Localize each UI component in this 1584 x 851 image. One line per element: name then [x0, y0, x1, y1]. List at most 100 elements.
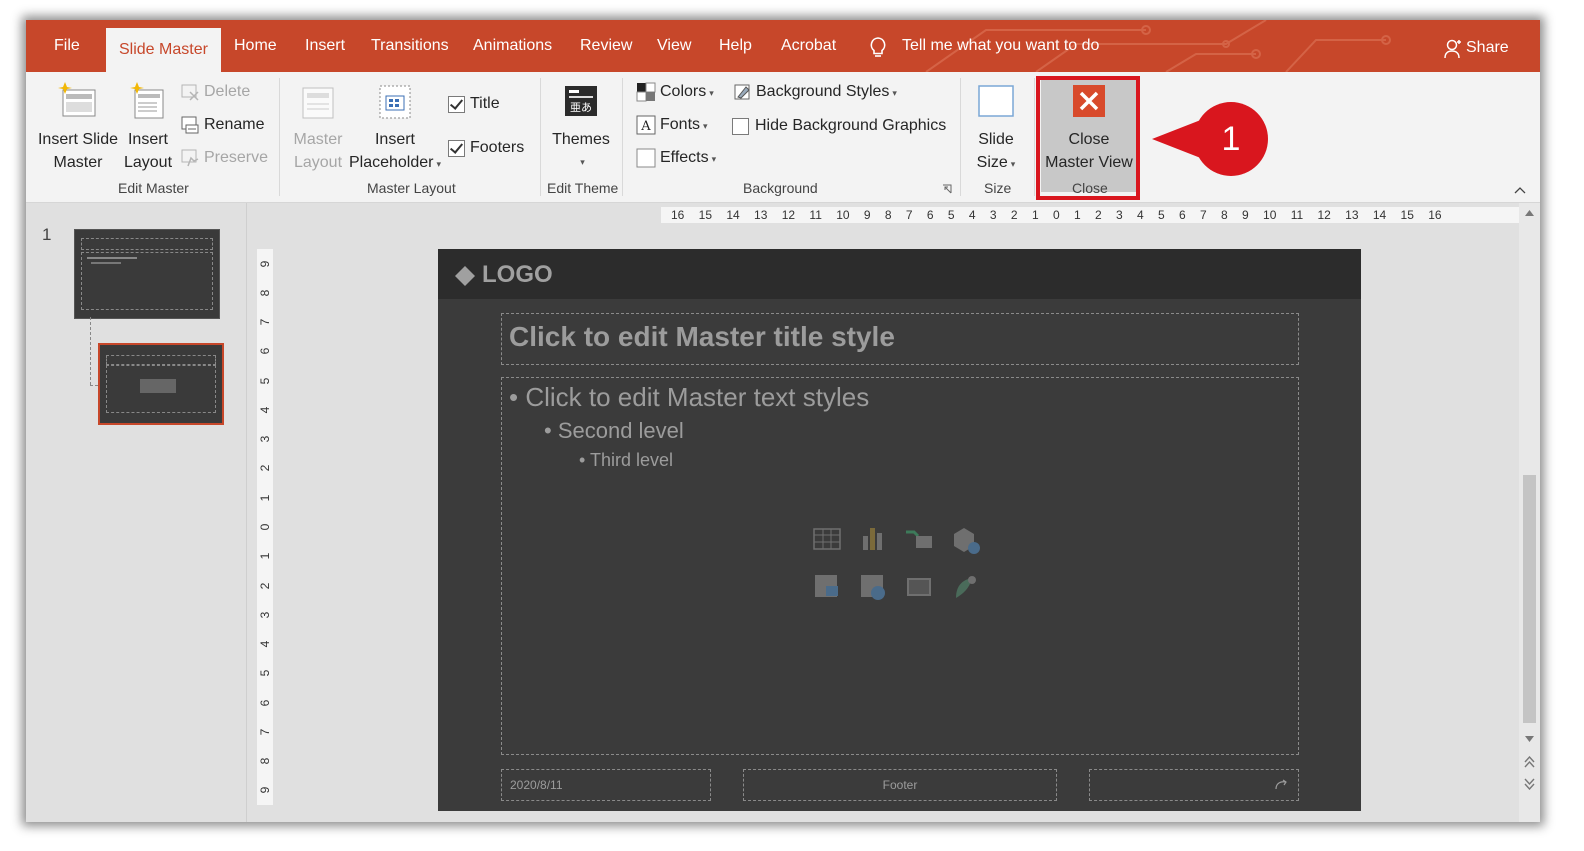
share-label: Share: [1466, 39, 1509, 56]
scroll-down-icon[interactable]: [1524, 735, 1535, 743]
ribbon-tab-bar: File Slide Master Home Insert Transition…: [26, 20, 1540, 72]
colors-label: Colors: [660, 83, 707, 100]
preserve-label: Preserve: [204, 149, 269, 166]
dropdown-arrow-icon: ▾: [436, 159, 442, 169]
insert-slide-master-icon: [58, 82, 96, 117]
slide-size-line1: Slide: [978, 131, 1014, 148]
vertical-ruler: 9 8 7 6 5 4 3 2 1 0 1 2 3 4 5 6 7 8 9: [257, 249, 273, 805]
tab-animations[interactable]: Animations: [473, 32, 552, 60]
svg-text:亜あ: 亜あ: [570, 101, 592, 114]
thumbnail-number: 1: [42, 225, 52, 244]
dropdown-arrow-icon: ▾: [892, 88, 897, 98]
fonts-label: Fonts: [660, 116, 701, 133]
vertical-ruler-labels: 9 8 7 6 5 4 3 2 1 0 1 2 3 4 5 6 7 8 9: [257, 249, 273, 805]
tab-acrobat[interactable]: Acrobat: [781, 32, 836, 60]
effects-label: Effects: [660, 149, 709, 166]
tab-help[interactable]: Help: [719, 32, 752, 60]
previous-slide-icon[interactable]: [1524, 756, 1535, 768]
group-separator: [279, 78, 280, 196]
dropdown-arrow-icon: ▾: [711, 154, 717, 164]
insert-online-picture-icon[interactable]: [858, 572, 888, 602]
footers-check-label: Footers: [470, 139, 525, 156]
slide-master-thumbnail[interactable]: [74, 229, 220, 319]
tab-transitions[interactable]: Transitions: [371, 32, 449, 60]
insert-slide-master-button[interactable]: Insert Slide Master: [36, 80, 120, 174]
slide-number-placeholder[interactable]: [1089, 769, 1299, 801]
vertical-ruler-label: 3: [258, 435, 272, 443]
slide-layout-thumbnail[interactable]: [98, 343, 224, 425]
lightbulb-icon: [870, 37, 886, 57]
footers-checkbox[interactable]: [448, 140, 465, 157]
callout-number: 1: [1221, 120, 1241, 158]
insert-table-icon[interactable]: [812, 524, 842, 554]
fonts-icon: A: [636, 115, 656, 135]
tab-insert[interactable]: Insert: [305, 32, 345, 60]
group-label-master-layout: Master Layout: [367, 180, 456, 196]
logo-text: LOGO: [482, 261, 553, 288]
group-separator: [540, 78, 541, 196]
delete-label: Delete: [204, 83, 251, 100]
insert-smartart-icon[interactable]: [904, 524, 934, 554]
master-layout-button[interactable]: Master Layout: [288, 80, 348, 174]
group-label-size: Size: [984, 180, 1012, 196]
vertical-ruler-label: 7: [258, 728, 272, 736]
tab-review[interactable]: Review: [580, 32, 632, 60]
scrollbar-thumb[interactable]: [1523, 475, 1536, 723]
ribbon: Insert Slide Master Insert Layout Delete…: [26, 72, 1540, 203]
powerpoint-window: File Slide Master Home Insert Transition…: [26, 20, 1540, 822]
insert-3d-model-icon[interactable]: [950, 524, 982, 556]
delete-icon: [181, 84, 199, 101]
dialog-launcher-icon[interactable]: [942, 184, 952, 194]
slide-number-icon: [1275, 779, 1287, 790]
dropdown-arrow-icon: ▾: [1010, 159, 1016, 169]
tab-file[interactable]: File: [54, 32, 80, 60]
insert-chart-icon[interactable]: [858, 524, 888, 554]
insert-placeholder-button[interactable]: Insert Placeholder ▾: [348, 80, 442, 176]
text-level-2: • Second level: [544, 418, 684, 443]
vertical-ruler-label: 1: [258, 494, 272, 502]
group-label-background: Background: [743, 180, 818, 196]
scroll-up-icon[interactable]: [1524, 209, 1535, 217]
date-placeholder[interactable]: 2020/8/11: [501, 769, 711, 801]
group-separator: [1034, 78, 1035, 196]
insert-icons-icon[interactable]: [950, 572, 980, 602]
tab-slide-master[interactable]: Slide Master: [106, 28, 221, 72]
vertical-ruler-label: 2: [258, 582, 272, 589]
background-styles-label: Background Styles: [756, 83, 890, 100]
rename-label: Rename: [204, 116, 265, 133]
group-label-edit-master: Edit Master: [118, 180, 189, 196]
vertical-ruler-label: 5: [258, 377, 272, 385]
insert-placeholder-line1: Insert: [374, 131, 415, 148]
insert-layout-icon: [130, 82, 164, 119]
themes-button[interactable]: 亜あ Themes ▾: [548, 80, 614, 174]
insert-video-icon[interactable]: [904, 572, 934, 602]
title-check-label: Title: [470, 95, 500, 112]
tell-me-text: Tell me what you want to do: [902, 37, 1100, 54]
title-placeholder[interactable]: Click to edit Master title style: [501, 313, 1299, 365]
vertical-ruler-label: 2: [258, 465, 272, 472]
tab-home[interactable]: Home: [234, 32, 277, 60]
slide-size-button[interactable]: Slide Size ▾: [966, 80, 1026, 176]
dropdown-arrow-icon: ▾: [703, 121, 708, 131]
insert-layout-button[interactable]: Insert Layout: [120, 80, 176, 174]
slide-canvas[interactable]: LOGO Click to edit Master title style • …: [438, 249, 1361, 811]
vertical-ruler-label: 6: [258, 348, 272, 355]
insert-picture-icon[interactable]: [812, 572, 842, 602]
content-placeholder[interactable]: • Click to edit Master text styles • Sec…: [501, 377, 1299, 755]
highlight-box: [1036, 76, 1140, 200]
vertical-scrollbar[interactable]: [1519, 203, 1540, 822]
group-label-edit-theme: Edit Theme: [547, 180, 619, 196]
title-checkbox[interactable]: [448, 96, 465, 113]
person-icon: [1444, 39, 1461, 59]
tab-view[interactable]: View: [657, 32, 691, 60]
master-layout-line1: Master: [293, 131, 343, 148]
insert-layout-line2: Layout: [123, 154, 173, 171]
slide-header-band: LOGO: [438, 249, 1361, 299]
next-slide-icon[interactable]: [1524, 778, 1535, 790]
slide-size-icon: [978, 85, 1014, 117]
insert-slide-master-line1: Insert Slide: [37, 131, 119, 148]
footer-placeholder[interactable]: Footer: [743, 769, 1057, 801]
hide-background-graphics-checkbox[interactable]: [732, 118, 749, 135]
collapse-ribbon-icon[interactable]: [1514, 184, 1526, 196]
dropdown-arrow-icon: ▾: [709, 88, 714, 98]
